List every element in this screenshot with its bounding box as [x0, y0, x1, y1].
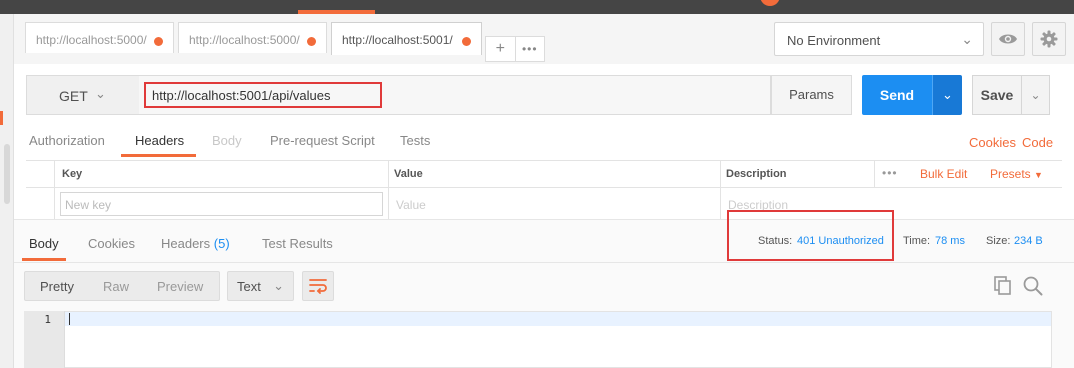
column-header-value: Value [394, 168, 423, 180]
response-tab-cookies[interactable]: Cookies [88, 236, 135, 251]
app-title-bar [0, 0, 1074, 14]
save-button[interactable]: Save [972, 75, 1022, 115]
column-divider [874, 161, 875, 187]
column-header-description: Description [726, 168, 787, 180]
bulk-edit-link[interactable]: Bulk Edit [920, 167, 967, 181]
request-tab[interactable]: http://localhost:5000/ [178, 22, 327, 53]
request-tab-active[interactable]: http://localhost:5001/ [331, 22, 482, 55]
tab-tests[interactable]: Tests [400, 133, 430, 148]
params-button[interactable]: Params [771, 75, 852, 115]
new-tab-button[interactable]: + [486, 37, 515, 61]
size-value[interactable]: 234 B [1014, 235, 1043, 247]
presets-dropdown[interactable]: Presets ▼ [990, 167, 1043, 181]
more-tabs-button[interactable]: ••• [514, 37, 545, 61]
response-tab-test-results[interactable]: Test Results [262, 236, 333, 251]
save-dropdown-button[interactable]: ⌄ [1022, 75, 1050, 115]
sidebar-collapsed [0, 14, 14, 368]
time-label: Time: [903, 235, 931, 247]
new-value-input[interactable]: Value [396, 198, 426, 212]
headers-table-header [26, 160, 1062, 188]
environment-quick-look-button[interactable] [991, 22, 1025, 56]
method-select[interactable]: GET ⌄ [26, 75, 139, 115]
format-select-value: Text [237, 279, 261, 294]
unsaved-changes-dot-icon [307, 37, 316, 46]
eye-icon [999, 34, 1017, 44]
new-description-input[interactable]: Description [728, 198, 788, 210]
tab-body[interactable]: Body [212, 133, 242, 148]
tab-pre-request-script[interactable]: Pre-request Script [270, 133, 375, 148]
search-icon [1023, 276, 1043, 296]
response-tabs-divider [14, 262, 1074, 263]
copy-icon [994, 276, 1011, 295]
cookies-link[interactable]: Cookies [969, 135, 1016, 150]
wrap-lines-button[interactable] [302, 271, 334, 301]
chevron-down-icon: ⌄ [273, 278, 284, 293]
tab-url: http://localhost:5000/ [36, 33, 147, 47]
tab-actions: + ••• [485, 36, 545, 62]
text-cursor [69, 313, 70, 325]
tab-url: http://localhost:5001/ [342, 33, 453, 47]
chevron-down-icon: ⌄ [95, 86, 106, 101]
column-divider [720, 161, 721, 219]
new-key-input[interactable]: New key [60, 192, 383, 216]
view-mode-raw[interactable]: Raw [103, 279, 129, 294]
status-highlight-box [727, 210, 894, 261]
search-button[interactable] [1023, 276, 1043, 299]
headers-count-badge: (5) [213, 236, 230, 251]
response-tab-body[interactable]: Body [29, 236, 59, 251]
sidebar-active-marker [0, 111, 3, 125]
tab-authorization[interactable]: Authorization [29, 133, 105, 148]
column-header-key: Key [62, 168, 83, 180]
presets-label: Presets [990, 167, 1031, 181]
gear-icon [1040, 30, 1058, 48]
chevron-down-icon: ⌄ [961, 31, 973, 47]
sidebar-scrollbar[interactable] [4, 144, 10, 204]
column-divider [388, 161, 389, 219]
notification-badge-icon[interactable] [760, 0, 780, 6]
code-link[interactable]: Code [1022, 135, 1053, 150]
copy-button[interactable] [994, 276, 1012, 299]
chevron-down-icon: ⌄ [942, 87, 953, 102]
view-mode-pretty[interactable]: Pretty [40, 279, 74, 294]
format-select[interactable]: Text ⌄ [227, 271, 294, 301]
time-value[interactable]: 78 ms [935, 235, 965, 247]
response-tab-headers-label: Headers [161, 236, 211, 251]
environment-select[interactable]: No Environment ⌄ [774, 22, 984, 56]
editor-active-line [65, 312, 1051, 326]
manage-environments-button[interactable] [1032, 22, 1066, 56]
response-tab-headers[interactable]: Headers (5) [161, 236, 230, 251]
more-options-icon[interactable]: ••• [882, 166, 898, 180]
wrap-lines-icon [309, 279, 327, 294]
caret-down-icon: ▼ [1034, 170, 1043, 180]
method-value: GET [59, 88, 88, 104]
url-input[interactable]: http://localhost:5001/api/values [144, 82, 382, 108]
tab-url: http://localhost:5000/ [189, 33, 300, 47]
unsaved-changes-dot-icon [154, 37, 163, 46]
tab-headers[interactable]: Headers [135, 133, 184, 148]
unsaved-changes-dot-icon [462, 37, 471, 46]
environment-select-value: No Environment [787, 33, 881, 48]
line-number: 1 [44, 313, 51, 326]
view-mode-preview[interactable]: Preview [157, 279, 203, 294]
chevron-down-icon: ⌄ [1030, 88, 1041, 102]
send-button[interactable]: Send [862, 75, 932, 115]
request-tab[interactable]: http://localhost:5000/ [25, 22, 174, 53]
size-label: Size: [986, 235, 1011, 247]
active-tab-underline [121, 154, 196, 157]
active-tab-underline [22, 258, 66, 261]
column-divider [54, 161, 55, 219]
send-dropdown-button[interactable]: ⌄ [932, 75, 962, 115]
